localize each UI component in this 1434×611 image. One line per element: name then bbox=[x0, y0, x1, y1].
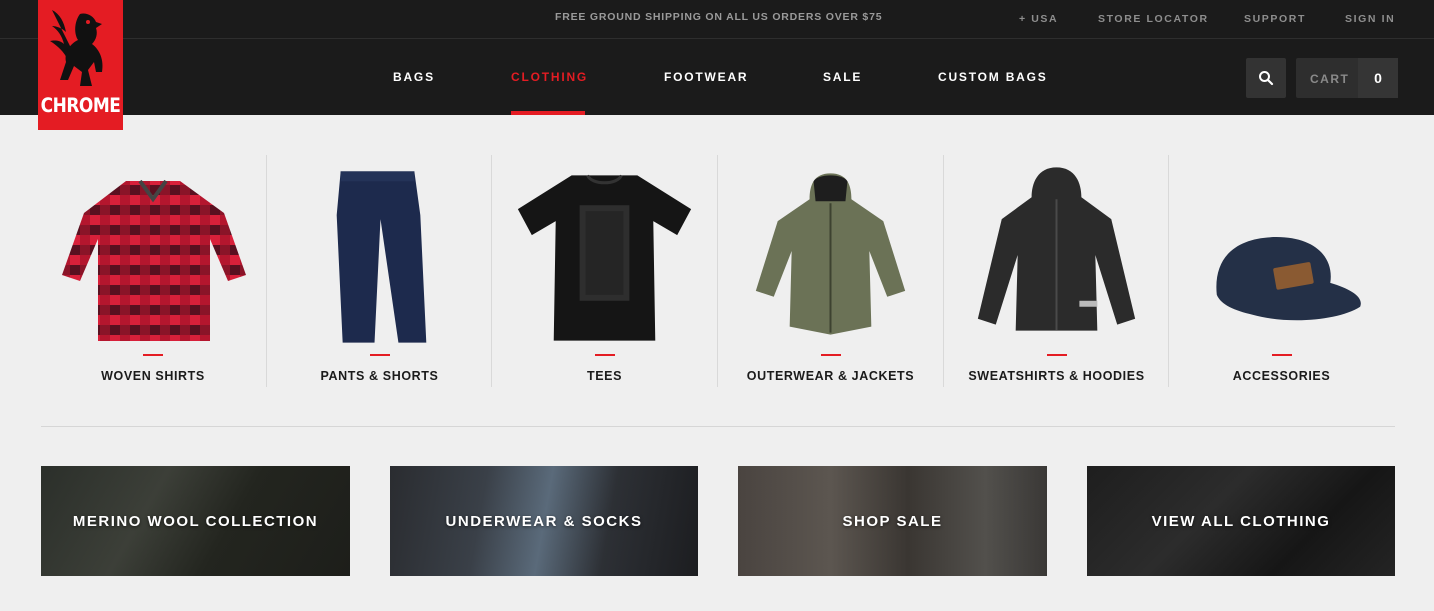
tile-merino-wool[interactable]: MERINO WOOL COLLECTION bbox=[41, 466, 350, 576]
jacket-icon bbox=[755, 173, 906, 335]
brand-wordmark: CHROME bbox=[40, 94, 121, 118]
category-accessories[interactable]: ACCESSORIES bbox=[1168, 155, 1394, 387]
shipping-promo: FREE GROUND SHIPPING ON ALL US ORDERS OV… bbox=[555, 11, 883, 23]
category-accent-dash bbox=[1272, 354, 1292, 356]
category-label: PANTS & SHORTS bbox=[320, 369, 439, 383]
category-accent-dash bbox=[821, 354, 841, 356]
category-accent-dash bbox=[370, 354, 390, 356]
brand-logo[interactable]: CHROME bbox=[38, 0, 123, 130]
cart-button[interactable]: CART 0 bbox=[1296, 58, 1398, 98]
section-divider bbox=[41, 426, 1395, 427]
category-tees[interactable]: TEES bbox=[491, 155, 717, 387]
search-icon bbox=[1259, 71, 1274, 86]
search-button[interactable] bbox=[1246, 58, 1286, 98]
tile-label: UNDERWEAR & SOCKS bbox=[445, 512, 643, 530]
country-selector-link[interactable]: + USA bbox=[1019, 13, 1058, 25]
cart-label: CART bbox=[1310, 72, 1350, 86]
nav-custom-bags[interactable]: CUSTOM BAGS bbox=[938, 70, 1048, 84]
category-label: OUTERWEAR & JACKETS bbox=[746, 369, 915, 383]
pants-icon bbox=[336, 171, 427, 343]
tile-view-all-clothing[interactable]: VIEW ALL CLOTHING bbox=[1087, 466, 1395, 576]
category-sweatshirts-hoodies[interactable]: SWEATSHIRTS & HOODIES bbox=[943, 155, 1169, 387]
tile-label: SHOP SALE bbox=[842, 512, 943, 530]
category-label: TEES bbox=[586, 369, 623, 383]
tee-icon bbox=[517, 174, 692, 341]
category-accent-dash bbox=[143, 354, 163, 356]
category-label: WOVEN SHIRTS bbox=[101, 369, 205, 383]
active-nav-indicator bbox=[511, 111, 585, 115]
cap-icon bbox=[1216, 237, 1361, 321]
woven-shirt-icon bbox=[62, 179, 246, 341]
nav-footwear[interactable]: FOOTWEAR bbox=[664, 70, 748, 84]
category-pants-shorts[interactable]: PANTS & SHORTS bbox=[266, 155, 492, 387]
nav-clothing[interactable]: CLOTHING bbox=[511, 70, 588, 84]
sign-in-link[interactable]: SIGN IN bbox=[1345, 13, 1395, 25]
category-label: SWEATSHIRTS & HOODIES bbox=[968, 369, 1145, 383]
nav-bags[interactable]: BAGS bbox=[393, 70, 435, 84]
nav-sale[interactable]: SALE bbox=[823, 70, 862, 84]
utility-bar: FREE GROUND SHIPPING ON ALL US ORDERS OV… bbox=[0, 0, 1434, 39]
store-locator-link[interactable]: STORE LOCATOR bbox=[1098, 13, 1209, 25]
tile-underwear-socks[interactable]: UNDERWEAR & SOCKS bbox=[390, 466, 698, 576]
category-accent-dash bbox=[595, 354, 615, 356]
cart-count-badge: 0 bbox=[1358, 58, 1398, 98]
tile-shop-sale[interactable]: SHOP SALE bbox=[738, 466, 1047, 576]
category-outerwear-jackets[interactable]: OUTERWEAR & JACKETS bbox=[717, 155, 943, 387]
tile-label: VIEW ALL CLOTHING bbox=[1151, 512, 1331, 530]
main-nav: BAGS CLOTHING FOOTWEAR SALE CUSTOM BAGS … bbox=[0, 39, 1434, 115]
category-label: ACCESSORIES bbox=[1232, 369, 1331, 383]
griffin-logo-icon bbox=[50, 10, 103, 86]
tile-label: MERINO WOOL COLLECTION bbox=[72, 512, 319, 530]
support-link[interactable]: SUPPORT bbox=[1244, 13, 1306, 25]
category-woven-shirts[interactable]: WOVEN SHIRTS bbox=[40, 155, 266, 387]
hoodie-icon bbox=[977, 167, 1136, 331]
category-accent-dash bbox=[1047, 354, 1067, 356]
